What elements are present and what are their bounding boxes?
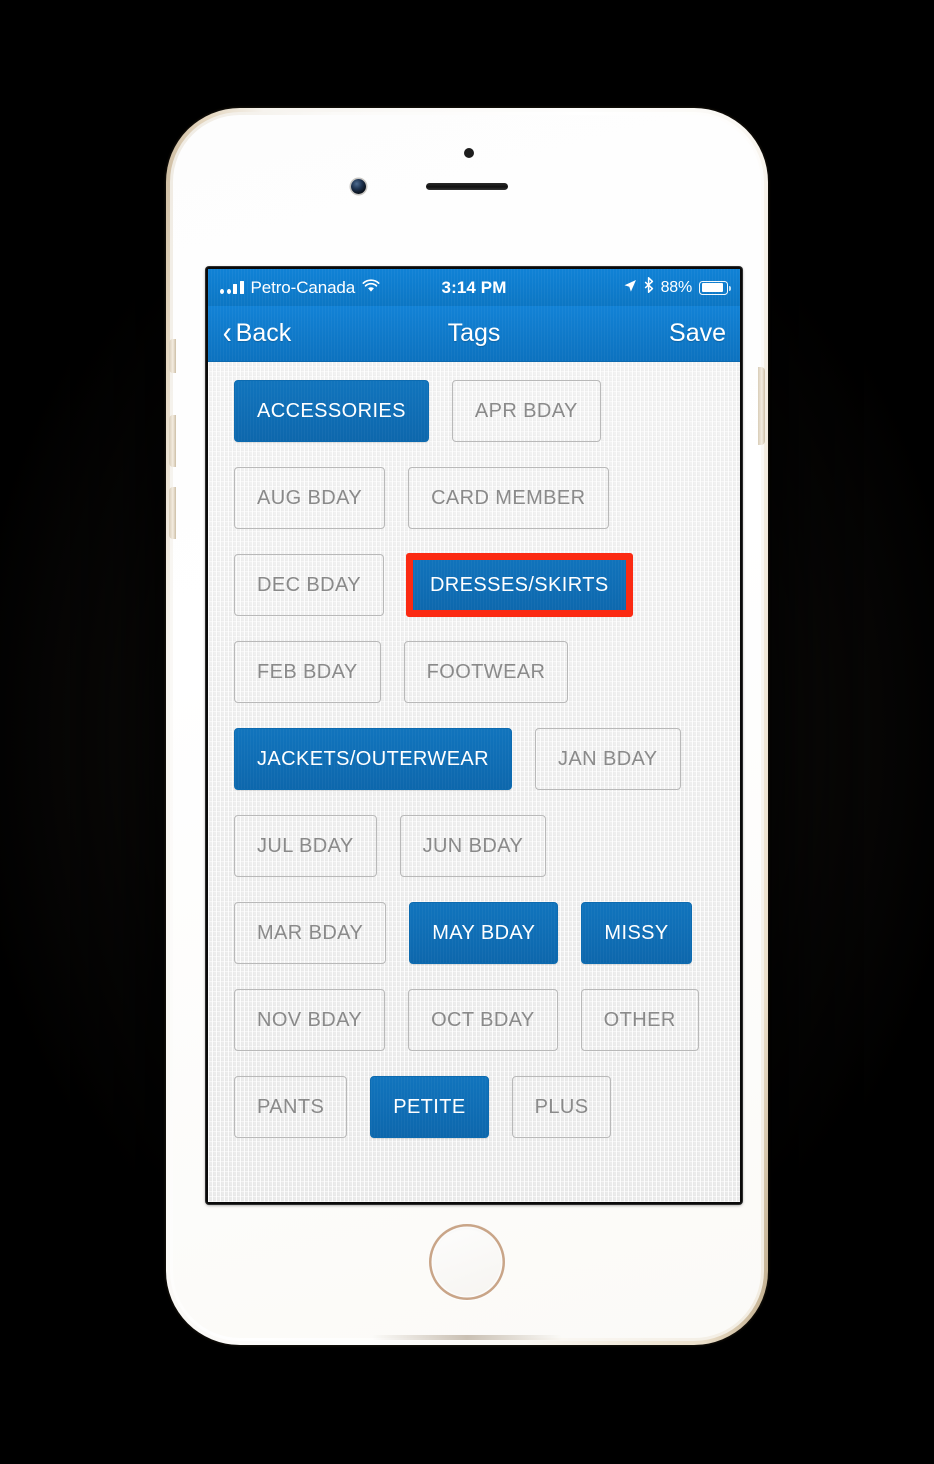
tag-button-label: DRESSES/SKIRTS	[429, 573, 609, 596]
tag-list-scroll-area[interactable]: ACCESSORIES APR BDAY AUG BDAY CARD MEMBER DE…	[208, 362, 740, 1202]
tag-button-label: JUN BDAY	[422, 834, 524, 857]
tag-button-label: FEB BDAY	[257, 660, 358, 683]
proximity-sensor-icon	[464, 148, 474, 158]
tag-button[interactable]: JUN BDAY	[399, 815, 547, 877]
tag-button[interactable]: PANTS	[234, 1076, 348, 1138]
tag-button[interactable]: MAY BDAY	[409, 902, 559, 964]
volume-up-button[interactable]	[169, 415, 176, 467]
phone-device: Petro-Canada 3:14 PM 88% ‹ Back Tags Sav…	[166, 108, 768, 1345]
tag-button-label: NOV BDAY	[257, 1008, 363, 1031]
tag-button-label: MAR BDAY	[257, 921, 364, 944]
bluetooth-icon	[644, 277, 654, 298]
tag-button-label: JACKETS/OUTERWEAR	[257, 747, 490, 770]
tag-button-label: MISSY	[604, 921, 669, 944]
tag-button-label: OTHER	[603, 1008, 676, 1031]
tag-button[interactable]: AUG BDAY	[234, 467, 386, 529]
tag-button-label: PETITE	[393, 1095, 466, 1118]
tag-button-label: FOOTWEAR	[426, 660, 546, 683]
tag-button[interactable]: FEB BDAY	[234, 641, 381, 703]
volume-down-button[interactable]	[169, 487, 176, 539]
tag-button-label: AUG BDAY	[257, 486, 363, 509]
tag-button[interactable]: NOV BDAY	[234, 989, 386, 1051]
earpiece-speaker-icon	[426, 183, 508, 190]
mute-switch[interactable]	[169, 339, 176, 373]
tag-button-label: APR BDAY	[474, 399, 578, 422]
location-arrow-icon	[623, 278, 637, 298]
tag-button-label: DEC BDAY	[257, 573, 361, 596]
tag-button[interactable]: APR BDAY	[451, 380, 601, 442]
tag-button-label: JUL BDAY	[257, 834, 354, 857]
tag-grid: ACCESSORIES APR BDAY AUG BDAY CARD MEMBER DE…	[234, 380, 708, 1138]
battery-icon	[699, 280, 731, 295]
status-bar: Petro-Canada 3:14 PM 88%	[208, 269, 740, 306]
save-button[interactable]: Save	[669, 319, 726, 348]
back-button-label: Back	[235, 319, 292, 347]
tag-button[interactable]: PETITE	[370, 1076, 489, 1138]
tag-button-label: CARD MEMBER	[431, 486, 586, 509]
front-camera-icon	[351, 179, 366, 194]
tag-button[interactable]: JACKETS/OUTERWEAR	[234, 728, 513, 790]
tag-button[interactable]: DEC BDAY	[234, 554, 384, 616]
tag-button[interactable]: FOOTWEAR	[403, 641, 569, 703]
tag-button[interactable]: PLUS	[511, 1076, 612, 1138]
back-button[interactable]: ‹ Back	[222, 313, 292, 350]
tag-button[interactable]: JUL BDAY	[234, 815, 377, 877]
power-button[interactable]	[758, 367, 765, 445]
tag-button-label: PLUS	[534, 1095, 589, 1118]
tag-button[interactable]: OCT BDAY	[408, 989, 558, 1051]
tag-button-label: PANTS	[257, 1095, 325, 1118]
status-bar-right: 88%	[623, 277, 731, 298]
battery-percent-label: 88%	[660, 278, 693, 296]
tag-button-label: OCT BDAY	[431, 1008, 535, 1031]
tag-button[interactable]: JAN BDAY	[535, 728, 681, 790]
tag-button-label: ACCESSORIES	[257, 399, 406, 422]
home-button[interactable]	[429, 1224, 505, 1300]
phone-screen: Petro-Canada 3:14 PM 88% ‹ Back Tags Sav…	[208, 269, 740, 1202]
navigation-bar: ‹ Back Tags Save	[208, 306, 740, 362]
tag-button[interactable]: MISSY	[581, 902, 692, 964]
screen-bezel: Petro-Canada 3:14 PM 88% ‹ Back Tags Sav…	[206, 267, 742, 1204]
bottom-speaker-grille	[372, 1335, 562, 1340]
tag-button-label: MAY BDAY	[432, 921, 536, 944]
tag-button[interactable]: OTHER	[580, 989, 699, 1051]
tag-button[interactable]: DRESSES/SKIRTS	[406, 554, 632, 616]
chevron-left-icon: ‹	[222, 313, 232, 350]
phone-body-inner: Petro-Canada 3:14 PM 88% ‹ Back Tags Sav…	[169, 112, 765, 1341]
tag-button-label: JAN BDAY	[558, 747, 658, 770]
tag-button[interactable]: MAR BDAY	[234, 902, 387, 964]
tag-button[interactable]: ACCESSORIES	[234, 380, 429, 442]
phone-front-face: Petro-Canada 3:14 PM 88% ‹ Back Tags Sav…	[169, 115, 765, 1340]
tag-button[interactable]: CARD MEMBER	[408, 467, 609, 529]
